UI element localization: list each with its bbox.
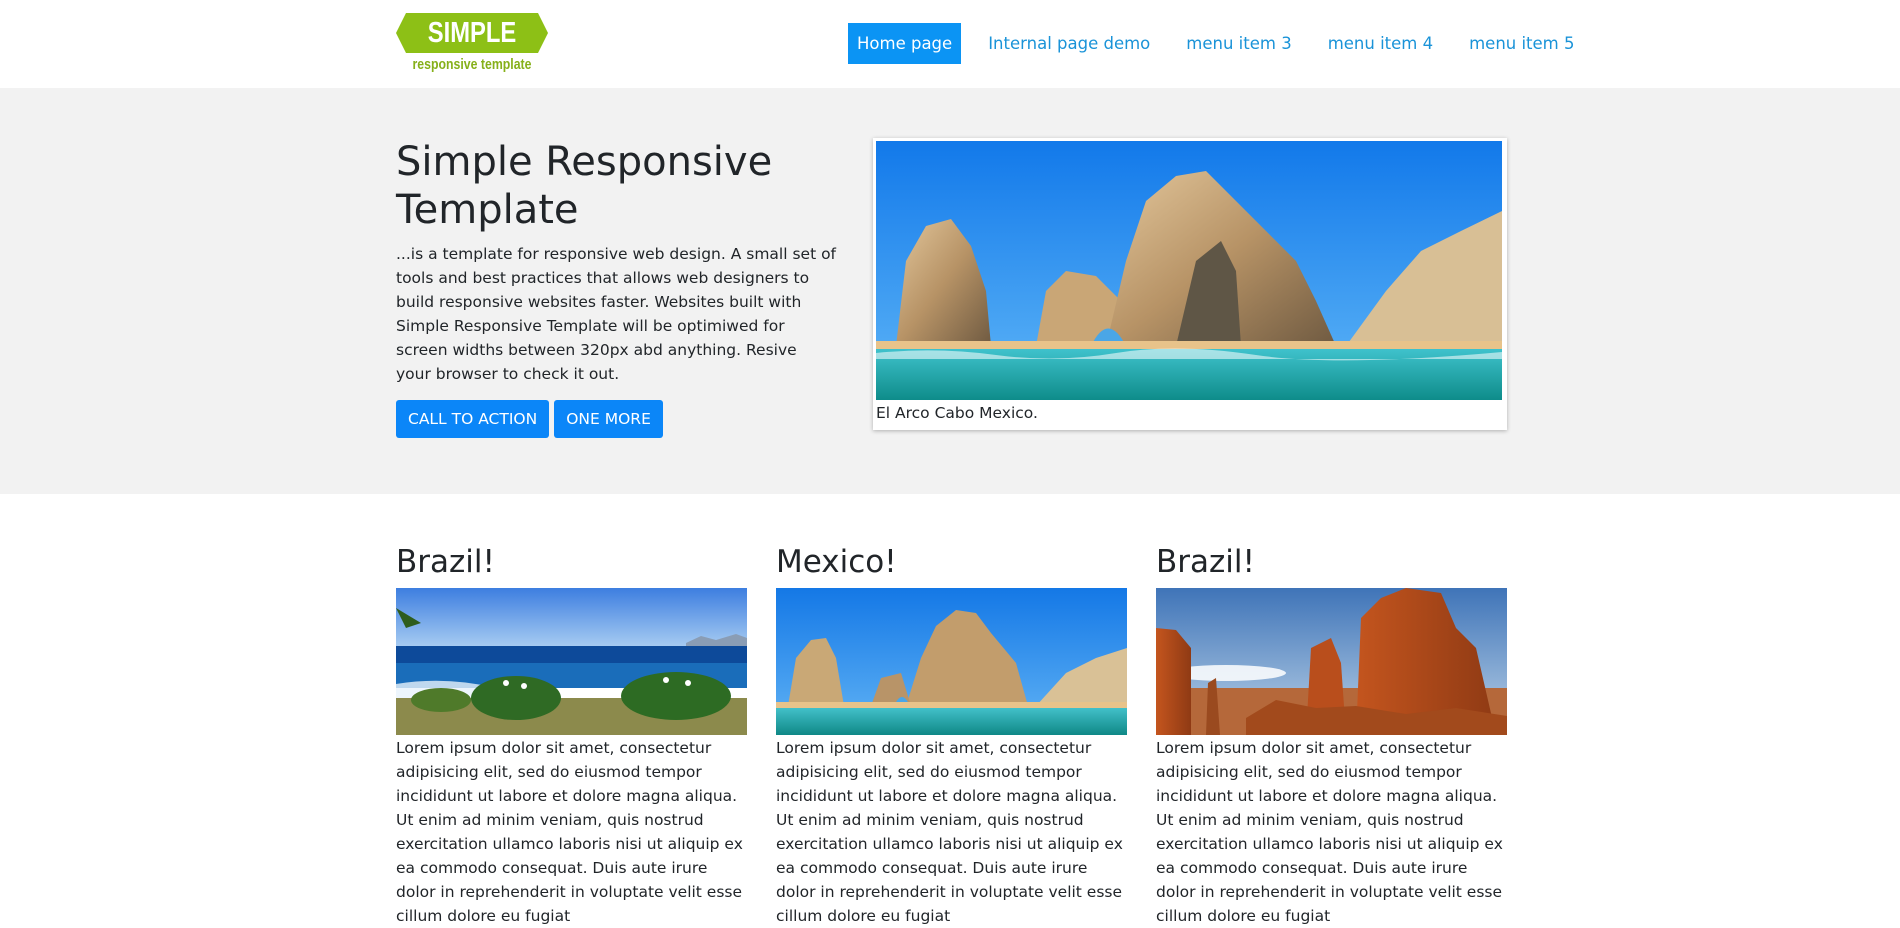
nav-item-menu-item-5[interactable]: menu item 5 (1460, 23, 1583, 64)
main-nav: Home page Internal page demo menu item 3… (848, 23, 1602, 64)
card-brazil-2: Brazil! Lorem ipsum dolor sit amet, cons… (1156, 540, 1507, 928)
card-mexico: Mexico! Lorem ipsum dolor sit amet, cons… (776, 540, 1127, 928)
hero-buttons: CALL TO ACTION ONE MORE (396, 400, 663, 438)
card-text: Lorem ipsum dolor sit amet, consectetur … (1156, 739, 1503, 925)
hero-description: ...is a template for responsive web desi… (396, 245, 837, 383)
card-title: Mexico! (776, 544, 897, 580)
card-text: Lorem ipsum dolor sit amet, consectetur … (776, 739, 1123, 925)
card-title: Brazil! (1156, 544, 1255, 580)
nav-item-internal-page-demo[interactable]: Internal page demo (979, 23, 1159, 64)
card-brazil-1: Brazil! Lorem ipsum dolor sit amet, cons… (396, 540, 747, 928)
one-more-button[interactable]: ONE MORE (554, 400, 663, 438)
site-header: SIMPLE responsive template Home page Int… (0, 0, 1900, 88)
logo[interactable]: SIMPLE responsive template (396, 13, 548, 75)
logo-tagline: responsive template (412, 56, 532, 73)
nav-item-home-page[interactable]: Home page (848, 23, 962, 64)
logo-word: SIMPLE (427, 17, 517, 49)
card-text: Lorem ipsum dolor sit amet, consectetur … (396, 739, 743, 925)
nav-item-menu-item-3[interactable]: menu item 3 (1177, 23, 1300, 64)
hero-caption: El Arco Cabo Mexico. (876, 404, 1038, 422)
card-title: Brazil! (396, 544, 495, 580)
card-photo-beach (396, 588, 747, 735)
hero-figure: El Arco Cabo Mexico. (873, 138, 1507, 430)
call-to-action-button[interactable]: CALL TO ACTION (396, 400, 550, 438)
card-photo-canyon (1156, 588, 1507, 735)
hero-section: Simple Responsive Template ...is a templ… (0, 88, 1900, 494)
nav-item-menu-item-4[interactable]: menu item 4 (1319, 23, 1442, 64)
hero-title: Simple Responsive Template (396, 139, 773, 233)
cards-section: Brazil! Lorem ipsum dolor sit amet, cons… (396, 540, 1508, 925)
card-photo-arch (776, 588, 1127, 735)
hero-photo-arch (876, 141, 1502, 400)
